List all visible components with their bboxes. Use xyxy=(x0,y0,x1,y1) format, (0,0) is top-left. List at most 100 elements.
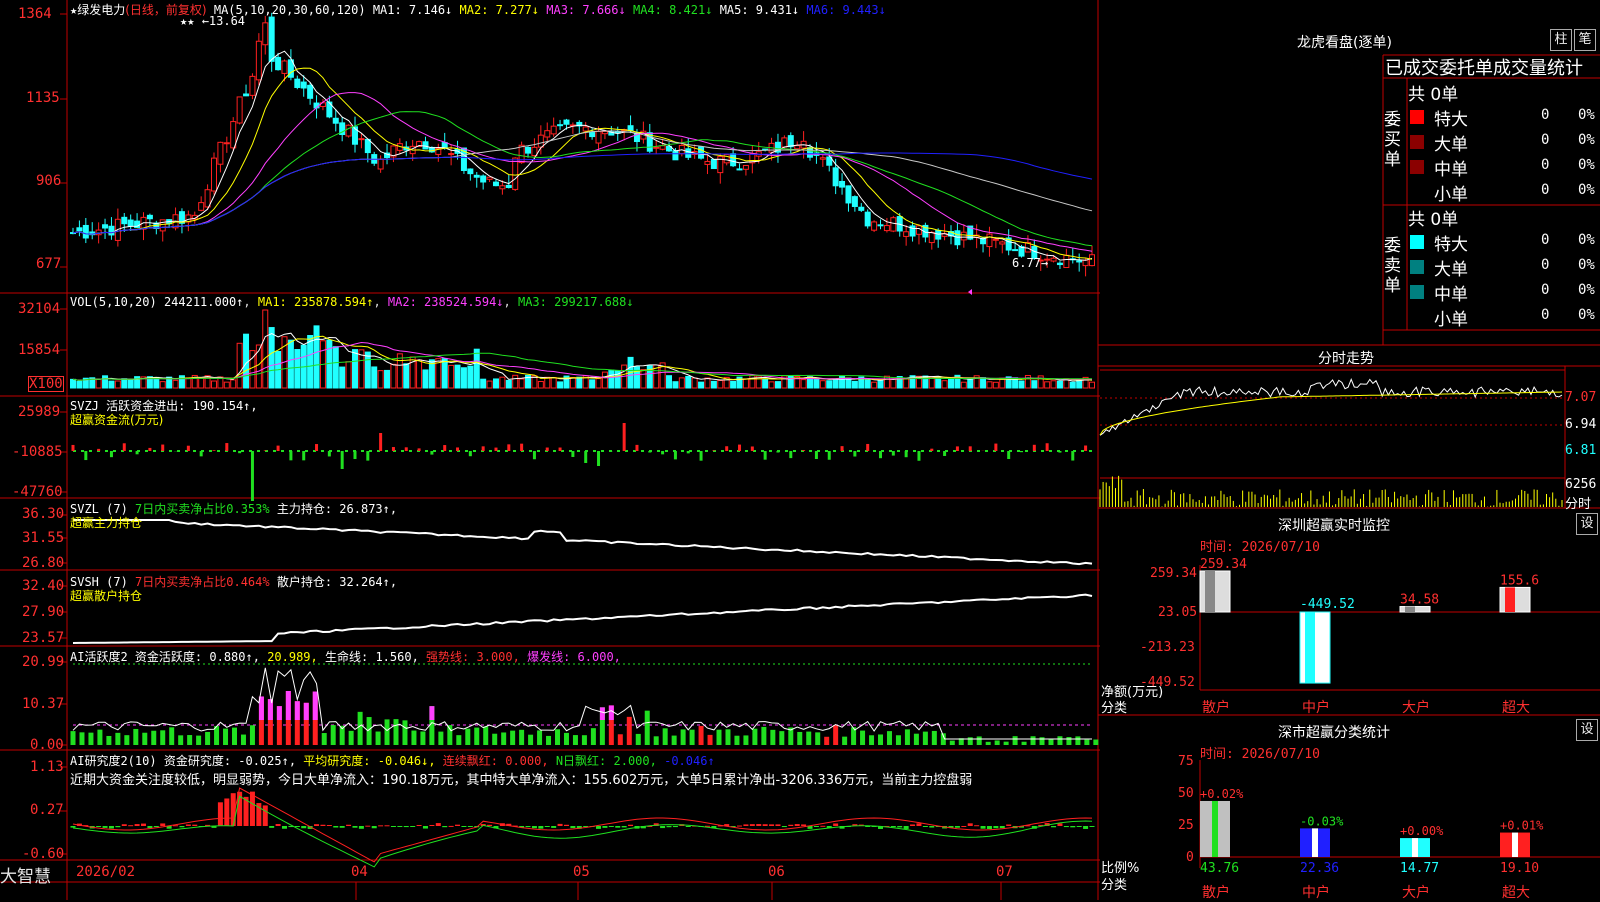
ai2-bar xyxy=(115,733,120,745)
ai2-bar xyxy=(349,731,354,745)
ai3-bar xyxy=(801,824,806,826)
ai3-bar xyxy=(551,826,556,828)
volume-bar xyxy=(667,376,672,388)
ai3-bar xyxy=(397,826,402,827)
volume-ma-1 xyxy=(73,333,1092,381)
ai2-bar xyxy=(878,734,883,745)
lhb-title: 龙虎看盘(逐单) xyxy=(1297,32,1392,52)
ai3-bar xyxy=(385,825,390,826)
volume-bar xyxy=(71,379,76,388)
vol-unit: X100 xyxy=(28,376,64,392)
ai2-bar xyxy=(160,730,165,745)
ai3-bar xyxy=(269,826,274,828)
ai2-bar xyxy=(555,729,560,745)
ai2-bar xyxy=(528,735,533,745)
marker-stars: ★★ xyxy=(180,14,194,28)
ai3-bar xyxy=(673,826,678,827)
cls-value-label: 14.77 xyxy=(1400,861,1439,876)
volume-bar xyxy=(179,376,184,388)
svzj-bar xyxy=(264,450,267,451)
ai3-bar xyxy=(955,826,960,828)
ai3-bar xyxy=(346,825,351,826)
candle-body xyxy=(1000,242,1005,244)
candle-body xyxy=(872,222,877,230)
ai3-bar xyxy=(615,826,620,828)
candle-body xyxy=(846,186,851,203)
stock-name[interactable]: 绿发电力 xyxy=(77,3,125,17)
ai2-bar xyxy=(734,736,739,745)
volume-bar xyxy=(641,370,646,388)
candle-body xyxy=(820,158,825,159)
candle-body xyxy=(929,232,934,242)
stats-tabs[interactable]: 已成交委托单成交量统计 xyxy=(1385,54,1583,80)
ai3-bar xyxy=(250,792,255,826)
ai3-bar xyxy=(186,824,191,826)
ai3-bar xyxy=(461,826,466,827)
ai3-bar xyxy=(1057,823,1062,826)
cls-change-label: -0.03% xyxy=(1300,814,1344,828)
sz-settings-button[interactable]: 设 xyxy=(1576,513,1598,535)
ai3-bar xyxy=(814,826,819,827)
candle-body xyxy=(596,131,601,143)
volume-bar xyxy=(340,367,345,388)
ai2-bar xyxy=(743,735,748,745)
candle-body xyxy=(743,166,748,170)
svzj-bar xyxy=(289,451,292,460)
ai2-bar xyxy=(1057,736,1062,745)
svzj-bar xyxy=(187,446,190,451)
svzj-bar xyxy=(148,448,151,451)
ai3-bar xyxy=(916,823,921,826)
ai2-bar xyxy=(977,736,982,745)
ai3-bar xyxy=(686,826,691,827)
volume-bar xyxy=(558,382,563,388)
ai3-bar xyxy=(1006,824,1011,826)
svzj-bar xyxy=(84,451,87,460)
intraday-title: 分时走势 xyxy=(1318,348,1374,368)
y-tick: 27.90 xyxy=(22,604,64,620)
ai3-header: AI研究度2(10) 资金研究度: -0.025↑, 平均研究度: -0.046… xyxy=(70,752,715,769)
svzj-bar xyxy=(1020,451,1023,452)
svzj-bar xyxy=(635,445,638,451)
vol-ma1: MA1: 235878.594↑ xyxy=(258,295,374,309)
high-price-mark: ★★ ←13.64 xyxy=(180,14,245,28)
ai2-bar xyxy=(537,730,542,745)
ai3-bar xyxy=(423,826,428,829)
order-pct: 0% xyxy=(1578,307,1595,323)
ai3-bar xyxy=(622,826,627,827)
volume-bar xyxy=(942,381,947,388)
volume-bar xyxy=(263,310,268,388)
order-count: 0 xyxy=(1541,282,1549,298)
candle-body xyxy=(686,149,691,158)
ai3-bar xyxy=(263,805,268,826)
candle-body xyxy=(545,131,550,137)
candle-body xyxy=(782,138,787,147)
ai3-bar xyxy=(961,826,966,827)
cls-bar-stripe xyxy=(1412,838,1418,857)
x-tick: 07 xyxy=(996,864,1013,880)
ai2-bar xyxy=(654,736,659,745)
volume-bar xyxy=(391,364,396,388)
ai3-bar xyxy=(391,826,396,827)
svzj-bar xyxy=(559,448,562,451)
cls-change-label: +0.01% xyxy=(1500,819,1544,833)
volume-bar xyxy=(109,381,114,388)
svzj-bar xyxy=(482,446,485,451)
volume-bar xyxy=(596,379,601,388)
sz-category-0: 散户 xyxy=(1202,697,1230,717)
ai3-bar xyxy=(378,825,383,826)
ai3-a: 资金研究度: -0.025↑, xyxy=(164,754,296,768)
ai2-bar xyxy=(88,733,93,745)
cls-settings-button[interactable]: 设 xyxy=(1576,719,1598,741)
ai3-bar xyxy=(455,825,460,826)
candle-body xyxy=(859,207,864,210)
ai3-bar xyxy=(103,826,108,828)
order-count: 0 xyxy=(1541,132,1549,148)
ai2-bar xyxy=(232,728,237,745)
svzl-hold: 主力持仓: 26.873↑, xyxy=(277,502,397,516)
pen-view-button[interactable]: 笔 xyxy=(1574,29,1596,51)
candle-body xyxy=(1077,261,1082,262)
ai2-bar xyxy=(636,734,641,745)
column-view-button[interactable]: 柱 xyxy=(1550,29,1572,51)
candle-body xyxy=(308,85,313,98)
volume-bar xyxy=(160,382,165,388)
